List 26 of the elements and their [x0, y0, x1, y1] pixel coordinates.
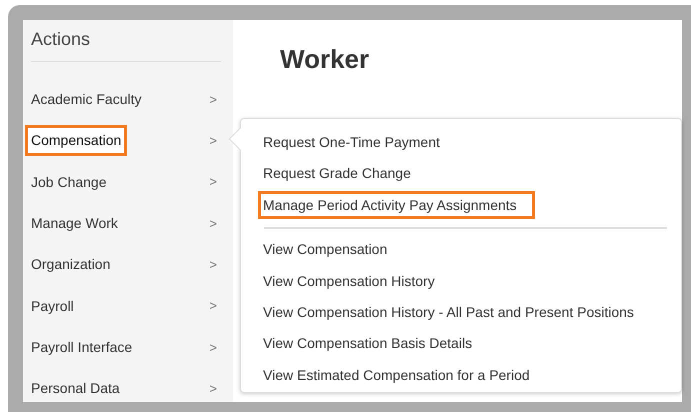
submenu-item[interactable]: View Compensation History	[258, 266, 453, 295]
submenu-item[interactable]: View Compensation Basis Details	[258, 329, 490, 358]
chevron-icon: >	[209, 296, 217, 316]
submenu-item[interactable]: View Compensation History - All Past and Present Positions	[258, 298, 652, 326]
menu-item[interactable]: Compensation	[25, 125, 128, 156]
submenu-item[interactable]: View Estimated Compensation for a Period	[258, 360, 548, 389]
chevron-icon: >	[209, 378, 217, 398]
menu-item[interactable]: Organization	[25, 249, 116, 280]
chevron-icon: >	[209, 172, 217, 192]
submenu-item[interactable]: Request Grade Change	[258, 159, 429, 188]
chevron-icon: >	[209, 131, 217, 151]
chevron-icon: >	[209, 338, 217, 358]
menu-item[interactable]: Payroll	[25, 290, 80, 322]
chevron-icon: >	[209, 255, 217, 275]
menu-item[interactable]: Job Change	[25, 166, 113, 198]
submenu-item[interactable]: View Compensation	[258, 235, 406, 264]
menu-item[interactable]: Personal Data	[25, 373, 126, 404]
submenu-item[interactable]: Manage Period Activity Pay Assignments	[258, 190, 535, 219]
chevron-icon: >	[209, 214, 217, 234]
chevron-icon: >	[209, 90, 217, 110]
sidebar-title: Actions	[31, 26, 221, 62]
menu-item[interactable]: Payroll Interface	[25, 332, 138, 363]
menu-item[interactable]: Manage Work	[25, 208, 124, 240]
submenu-item[interactable]: Request One-Time Payment	[258, 128, 458, 156]
page-title: Worker	[280, 43, 370, 76]
menu-item[interactable]: Academic Faculty	[25, 84, 148, 116]
